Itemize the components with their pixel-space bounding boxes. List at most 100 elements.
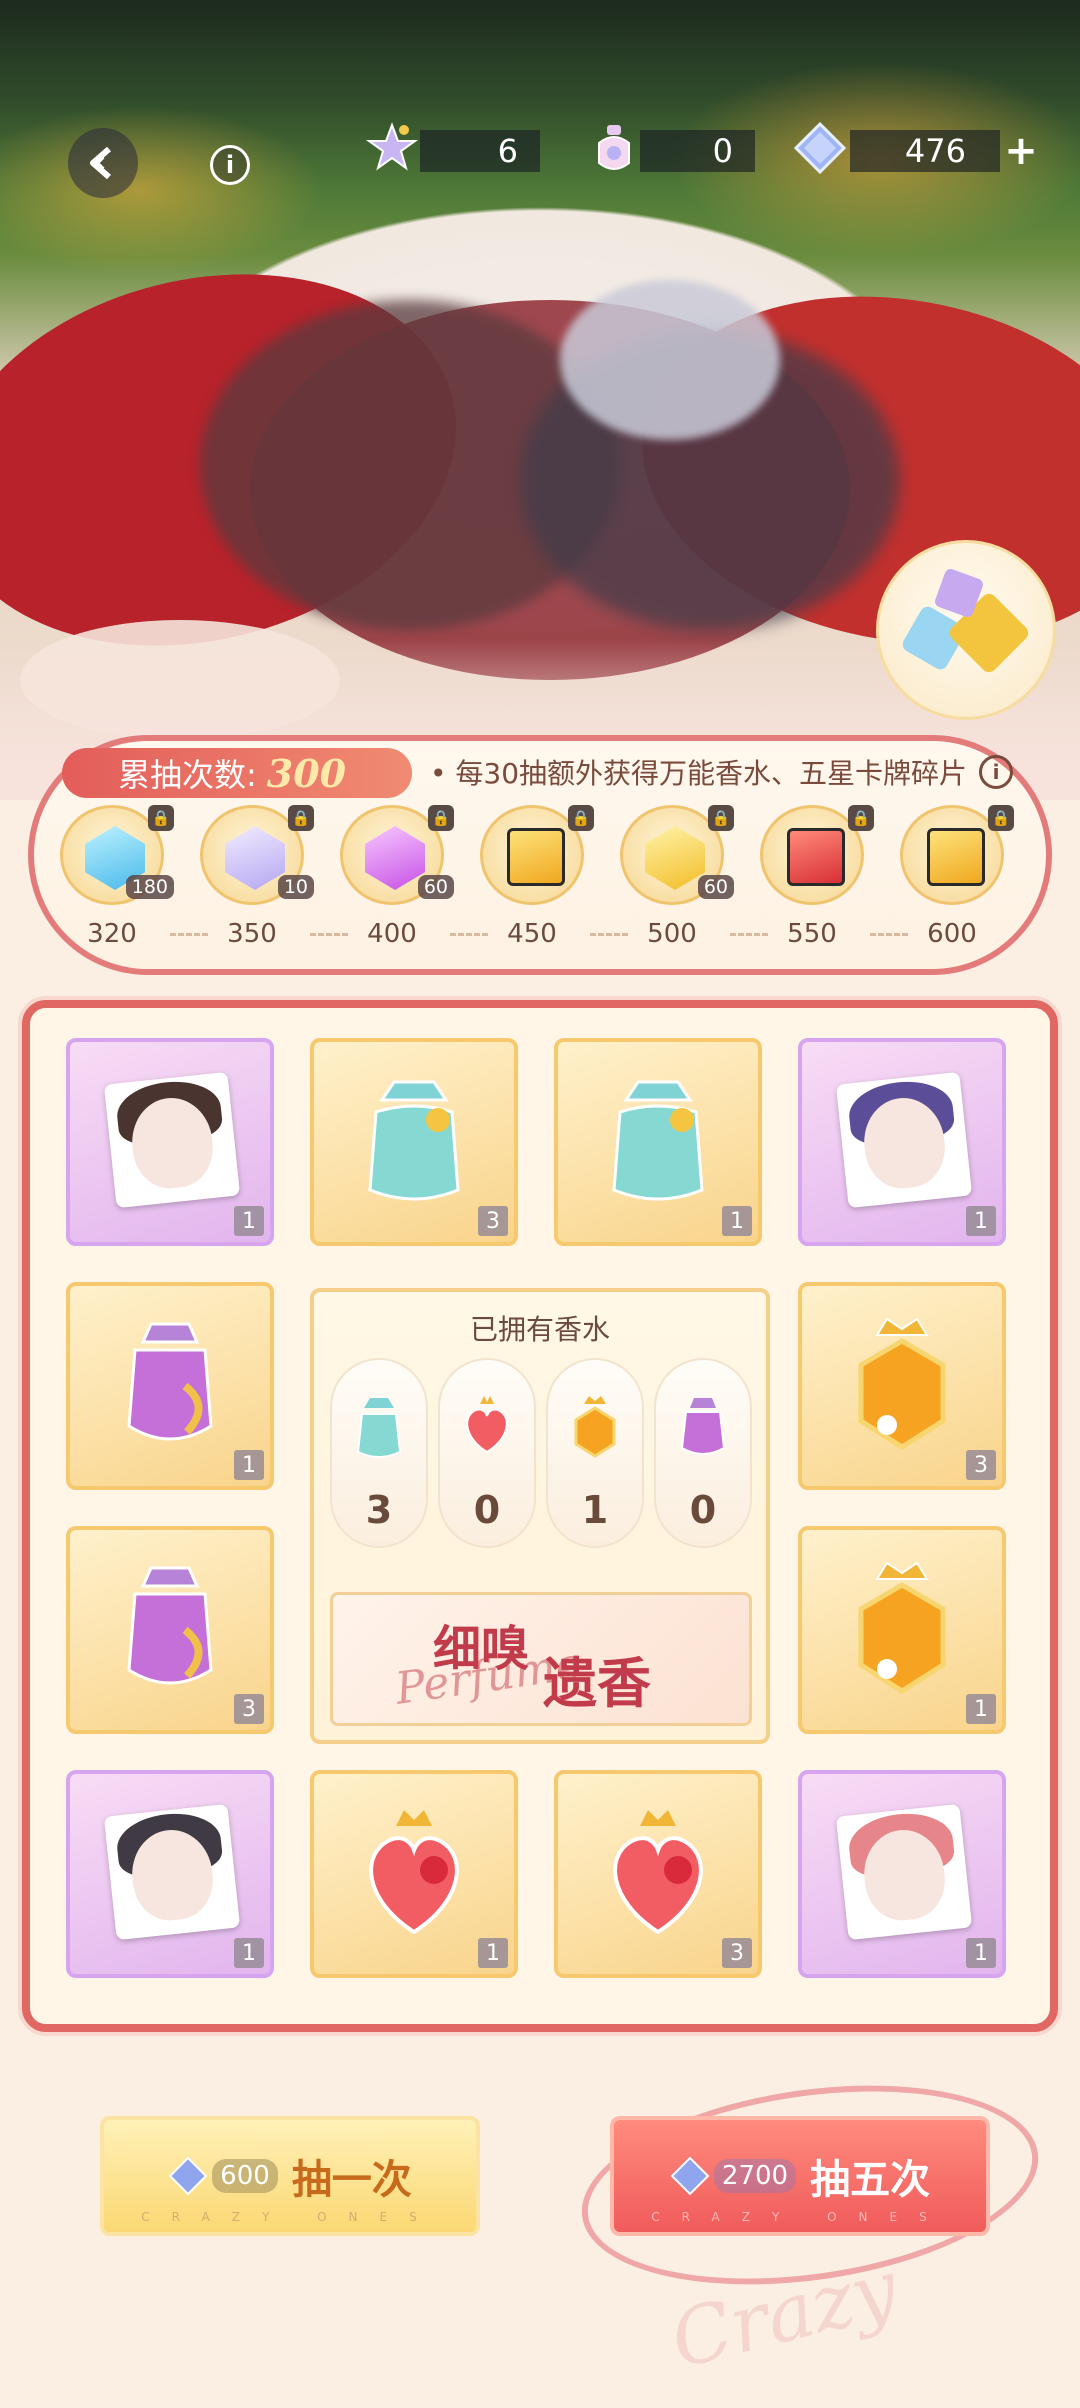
banner-title-1: 细嗅: [433, 1621, 530, 1677]
milestone-threshold: 450: [507, 919, 557, 949]
character-card-icon: [835, 1803, 973, 1941]
prize-cell[interactable]: 1: [798, 1770, 1006, 1978]
lavender-gem-icon: [225, 826, 285, 890]
prize-qty: 3: [478, 1206, 508, 1236]
owned-perfume-item: 0: [438, 1358, 536, 1548]
milestone-count: 60: [697, 875, 734, 899]
milestone-threshold: 350: [227, 919, 277, 949]
teal-perfume-icon: [356, 1398, 402, 1458]
perfume-event-banner[interactable]: Perfume 细嗅 遗香: [330, 1592, 752, 1726]
track-note: • 每30抽额外获得万能香水、五星卡牌碎片 i: [430, 752, 1014, 792]
add-diamonds-button[interactable]: +: [998, 128, 1044, 174]
draw-count-value: 300: [266, 750, 347, 796]
perfume-ticket-count: 0: [640, 130, 755, 172]
milestone-count: 60: [417, 875, 454, 899]
lock-icon: 🔒: [148, 805, 174, 831]
prize-cell[interactable]: 3: [66, 1526, 274, 1734]
prize-qty: 1: [966, 1694, 996, 1724]
draw-count-pill: 累抽次数: 300: [62, 748, 412, 798]
milestone-threshold: 400: [367, 919, 417, 949]
diamond-icon: [790, 118, 850, 178]
milestone-threshold: 550: [787, 919, 837, 949]
draw-five-label: 抽五次: [810, 2157, 931, 2203]
prize-cell[interactable]: 3: [310, 1038, 518, 1246]
milestone-threshold: 320: [87, 919, 137, 949]
milestone-item[interactable]: 🔒 550: [760, 805, 874, 955]
milestone-item[interactable]: 🔒 450: [480, 805, 594, 955]
milestone-item[interactable]: 🔒 60 500: [620, 805, 734, 955]
red-perfume-icon: [466, 1396, 508, 1454]
prize-qty: 3: [234, 1694, 264, 1724]
purple-perfume-icon: [127, 1566, 213, 1685]
prize-qty: 3: [722, 1938, 752, 1968]
draw-one-button[interactable]: 600 抽一次 CRAZY ONES: [100, 2116, 480, 2236]
owned-count: 1: [581, 1488, 609, 1532]
character-card-icon: [103, 1071, 241, 1209]
owned-count: 0: [689, 1488, 717, 1532]
pink-gem-icon: [365, 826, 425, 890]
owned-perfume-item: 0: [654, 1358, 752, 1548]
red-perfume-icon: [613, 1810, 703, 1935]
gold-gem-icon: [645, 826, 705, 890]
gold-box-icon: [927, 828, 985, 886]
gold-perfume-icon: [858, 1561, 946, 1694]
info-button[interactable]: i: [210, 145, 250, 185]
banner-title-2: 遗香: [543, 1651, 651, 1715]
owned-perfume-item: 3: [330, 1358, 428, 1548]
track-note-text: • 每30抽额外获得万能香水、五星卡牌碎片: [430, 757, 968, 790]
back-arrow-icon: [90, 146, 111, 180]
draw-five-button[interactable]: 2700 抽五次 CRAZY ONES: [610, 2116, 990, 2236]
prize-qty: 3: [966, 1450, 996, 1480]
diamond-count: 476: [850, 130, 1000, 172]
milestone-threshold: 600: [927, 919, 977, 949]
prize-cell[interactable]: 1: [66, 1282, 274, 1490]
artwork-shape: [560, 280, 780, 440]
diamond-icon: [168, 2156, 208, 2196]
info-icon: i: [225, 151, 235, 179]
draw-one-label: 抽一次: [291, 2157, 412, 2203]
lock-icon: 🔒: [988, 805, 1014, 831]
owned-title: 已拥有香水: [469, 1313, 610, 1346]
owned-perfume-item: 1: [546, 1358, 644, 1548]
prize-cell[interactable]: 3: [798, 1282, 1006, 1490]
red-perfume-icon: [369, 1810, 459, 1935]
prize-cell[interactable]: 1: [66, 1038, 274, 1246]
prize-qty: 1: [966, 1938, 996, 1968]
red-box-icon: [787, 828, 845, 886]
purple-perfume-icon: [127, 1322, 213, 1441]
gold-perfume-icon: [574, 1396, 616, 1458]
milestone-count: 180: [125, 875, 174, 899]
info-icon[interactable]: i: [979, 755, 1014, 789]
diamond-icon: [670, 2156, 710, 2196]
prize-qty: 1: [966, 1206, 996, 1236]
milestone-item[interactable]: 🔒 600: [900, 805, 1014, 955]
milestone-threshold: 500: [647, 919, 697, 949]
milestone-item[interactable]: 🔒 10 350: [200, 805, 314, 955]
milestone-count: 10: [277, 875, 314, 899]
lock-icon: 🔒: [428, 805, 454, 831]
draw-five-cost: 2700: [713, 2159, 797, 2193]
star-ticket-icon: [362, 118, 422, 178]
owned-count: 0: [473, 1488, 501, 1532]
prize-cell[interactable]: 1: [66, 1770, 274, 1978]
prize-qty: 1: [478, 1938, 508, 1968]
lock-icon: 🔒: [568, 805, 594, 831]
owned-count: 3: [365, 1488, 393, 1532]
prize-qty: 1: [234, 1206, 264, 1236]
draw-count-label: 累抽次数:: [118, 756, 257, 794]
lock-icon: 🔒: [848, 805, 874, 831]
prize-cell[interactable]: 1: [798, 1526, 1006, 1734]
milestone-item[interactable]: 🔒 180 320: [60, 805, 174, 955]
milestone-item[interactable]: 🔒 60 400: [340, 805, 454, 955]
prize-cell[interactable]: 1: [554, 1038, 762, 1246]
prize-cell[interactable]: 1: [310, 1770, 518, 1978]
teal-perfume-icon: [368, 1080, 460, 1201]
button-subtext: CRAZY ONES: [141, 2210, 439, 2224]
prize-cell[interactable]: 3: [554, 1770, 762, 1978]
gift-bubble[interactable]: [876, 540, 1056, 720]
star-ticket-count: 6: [420, 130, 540, 172]
prize-cell[interactable]: 1: [798, 1038, 1006, 1246]
purple-perfume-icon: [680, 1398, 726, 1455]
character-card-icon: [103, 1803, 241, 1941]
back-button[interactable]: [68, 128, 138, 198]
